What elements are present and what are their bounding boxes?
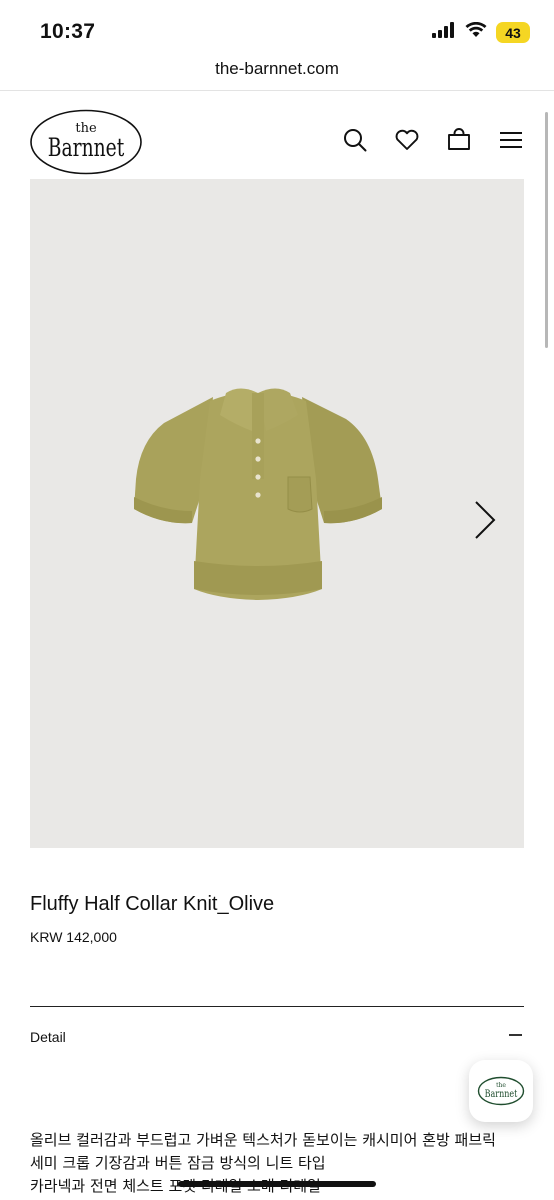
header-actions: [342, 127, 524, 153]
wifi-icon: [465, 21, 487, 43]
address-bar[interactable]: the-barnnet.com: [0, 54, 554, 90]
battery-icon: 43: [496, 22, 530, 43]
product-price: KRW 142,000: [30, 929, 117, 945]
shopping-bag-icon[interactable]: [446, 127, 472, 153]
product-garment-illustration: [134, 388, 382, 600]
description-line: 세미 크롭 기장감과 버튼 잠금 방식의 니트 타입: [30, 1154, 326, 1172]
floating-logo-small: the: [496, 1082, 506, 1089]
product-image[interactable]: [30, 179, 524, 848]
description-line: 올리브 컬러감과 부드럽고 가벼운 텍스처가 돋보이는 캐시미어 혼방 패브릭: [30, 1131, 496, 1149]
hamburger-menu-icon[interactable]: [498, 127, 524, 153]
status-indicators: 43: [432, 21, 530, 43]
floating-logo-large: Barnnet: [485, 1089, 518, 1100]
section-divider: [30, 1006, 524, 1007]
status-time: 10:37: [40, 20, 96, 43]
next-image-chevron-icon[interactable]: [470, 497, 500, 543]
home-indicator[interactable]: [178, 1181, 376, 1187]
site-header: the Barnnet: [0, 91, 554, 179]
page-scrollbar[interactable]: [545, 112, 548, 348]
collapse-minus-icon[interactable]: [509, 1034, 522, 1036]
cellular-signal-icon: [432, 22, 456, 43]
status-bar: 10:37 43: [0, 0, 554, 54]
product-description: 올리브 컬러감과 부드럽고 가벼운 텍스처가 돋보이는 캐시미어 혼방 패브릭 …: [30, 1129, 524, 1198]
detail-accordion-header[interactable]: Detail: [30, 1029, 524, 1051]
logo-text-large: Barnnet: [48, 133, 125, 163]
floating-logo-icon: the Barnnet: [477, 1076, 525, 1106]
detail-label: Detail: [30, 1029, 66, 1045]
search-icon[interactable]: [342, 127, 368, 153]
floating-brand-button[interactable]: the Barnnet: [469, 1060, 533, 1122]
brand-logo[interactable]: the Barnnet: [29, 109, 144, 175]
heart-icon[interactable]: [394, 127, 420, 153]
product-title: Fluffy Half Collar Knit_Olive: [30, 893, 275, 915]
